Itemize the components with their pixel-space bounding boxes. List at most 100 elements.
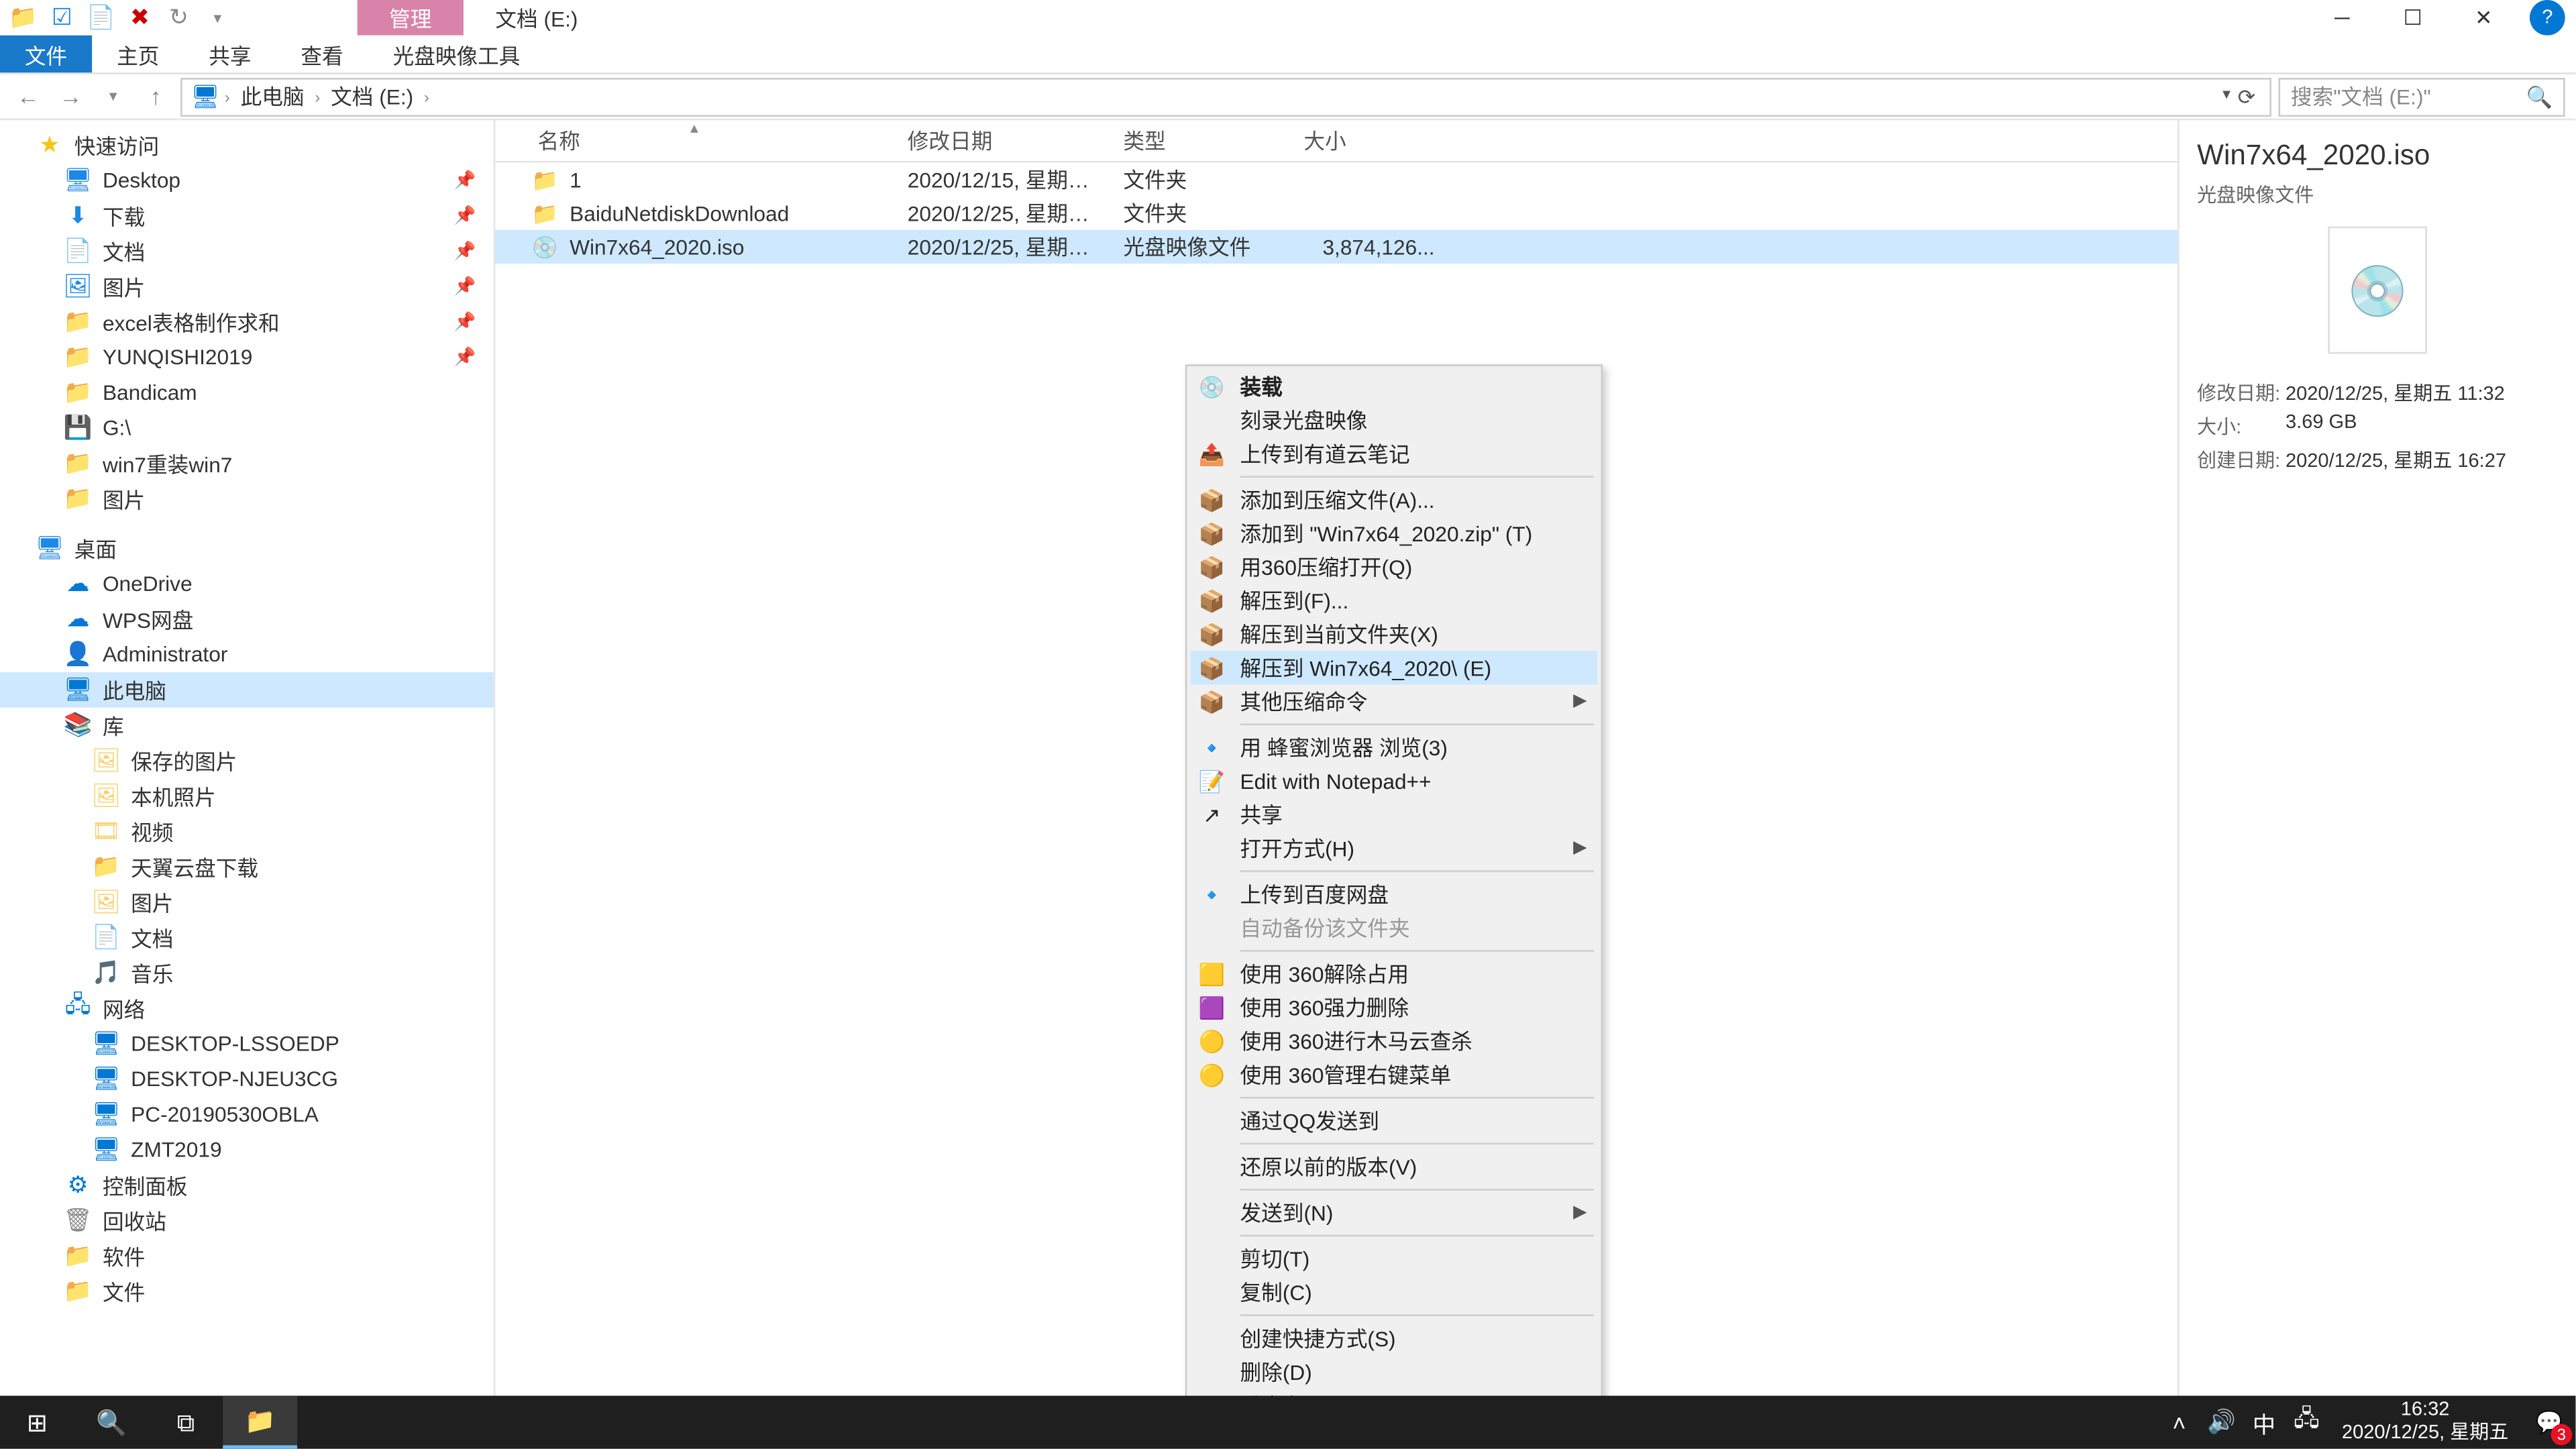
context-menu-item[interactable]: 📦添加到 "Win7x64_2020.zip" (T) <box>1191 517 1598 550</box>
tree-item[interactable]: 🖥DESKTOP-NJEU3CG <box>0 1061 494 1097</box>
ribbon-tab-file[interactable]: 文件 <box>0 36 92 72</box>
close-button[interactable]: ✕ <box>2449 0 2519 36</box>
qat-close-icon[interactable]: ✖ <box>124 2 156 34</box>
help-button[interactable]: ? <box>2530 0 2565 36</box>
tree-recyclebin[interactable]: 🗑回收站 <box>0 1203 494 1238</box>
context-menu-item[interactable]: 📝Edit with Notepad++ <box>1191 764 1598 798</box>
tree-desktop[interactable]: 🖥Desktop📌 <box>0 163 494 199</box>
volume-icon[interactable]: 🔊 <box>2200 1396 2243 1449</box>
context-menu-item[interactable]: 🟪使用 360强力删除 <box>1191 991 1598 1024</box>
breadcrumb-drive[interactable]: 文档 (E:) <box>324 81 421 111</box>
table-row[interactable]: 📁BaiduNetdiskDownload 2020/12/25, 星期五 1.… <box>495 197 2178 230</box>
tree-item[interactable]: 🖼保存的图片 <box>0 743 494 779</box>
chevron-right-icon[interactable]: › <box>225 88 230 105</box>
context-menu-item[interactable]: 🟡使用 360进行木马云查杀 <box>1191 1024 1598 1058</box>
context-menu-item[interactable]: 🟡使用 360管理右键菜单 <box>1191 1058 1598 1091</box>
tree-item[interactable]: 🖥DESKTOP-LSSOEDP <box>0 1026 494 1061</box>
tree-item[interactable]: 🖼图片 <box>0 885 494 920</box>
context-menu-item[interactable]: 💿装载 <box>1191 370 1598 403</box>
context-menu-item[interactable]: 通过QQ发送到 <box>1191 1104 1598 1137</box>
context-menu-item[interactable]: 🔹上传到百度网盘 <box>1191 877 1598 911</box>
tray-chevron-icon[interactable]: ˄ <box>2158 1396 2200 1449</box>
tree-item[interactable]: 📁天翼云盘下载 <box>0 849 494 885</box>
tree-item[interactable]: 📁excel表格制作求和📌 <box>0 305 494 340</box>
tree-onedrive[interactable]: ☁OneDrive <box>0 566 494 602</box>
tree-item[interactable]: 📁图片 <box>0 481 494 517</box>
context-menu-item[interactable]: 打开方式(H)▶ <box>1191 831 1598 865</box>
column-date[interactable]: 修改日期 <box>894 125 1110 156</box>
nav-back-button[interactable]: ← <box>11 78 46 114</box>
context-menu-item[interactable]: 📦解压到当前文件夹(X) <box>1191 617 1598 651</box>
qat-redo-icon[interactable]: ↻ <box>163 2 195 34</box>
tree-item[interactable]: 🖥PC-20190530OBLA <box>0 1097 494 1132</box>
context-menu-item[interactable]: 刻录光盘映像 <box>1191 403 1598 437</box>
context-menu-item[interactable]: 复制(C) <box>1191 1275 1598 1309</box>
table-row-selected[interactable]: 💿Win7x64_2020.iso 2020/12/25, 星期五 1... 光… <box>495 230 2178 264</box>
context-menu-item[interactable]: 📦其他压缩命令▶ <box>1191 685 1598 718</box>
maximize-button[interactable]: ☐ <box>2377 0 2448 36</box>
contextual-tab-manage[interactable]: 管理 <box>358 0 464 36</box>
tree-desktop-root[interactable]: 🖥桌面 <box>0 531 494 566</box>
tree-item[interactable]: 📁软件 <box>0 1238 494 1274</box>
column-size[interactable]: 大小 <box>1289 125 1448 156</box>
tree-controlpanel[interactable]: ⚙控制面板 <box>0 1167 494 1203</box>
tree-quick-access[interactable]: ★快速访问 <box>0 127 494 163</box>
nav-history-dropdown[interactable]: ▾ <box>95 78 131 114</box>
tree-item[interactable]: 📁win7重装win7 <box>0 446 494 482</box>
context-menu-item[interactable]: 还原以前的版本(V) <box>1191 1150 1598 1183</box>
navigation-tree[interactable]: ★快速访问 🖥Desktop📌 ⬇下载📌 📄文档📌 🖼图片📌 📁excel表格制… <box>0 120 495 1413</box>
tree-item[interactable]: 📁Bandicam <box>0 375 494 411</box>
tree-item[interactable]: 📁文件 <box>0 1274 494 1309</box>
breadcrumb-dropdown-icon[interactable]: ▾ <box>2222 84 2231 109</box>
notification-button[interactable]: 💬3 <box>2522 1396 2575 1449</box>
column-headers[interactable]: ▴ 名称 修改日期 类型 大小 <box>495 120 2178 162</box>
ribbon-tab-view[interactable]: 查看 <box>276 36 368 72</box>
tree-item[interactable]: 🎞视频 <box>0 814 494 849</box>
search-input[interactable]: 搜索"文档 (E:)" 🔍 <box>2278 77 2565 116</box>
context-menu-item[interactable]: 📦解压到 Win7x64_2020\ (E) <box>1191 651 1598 684</box>
search-button[interactable]: 🔍 <box>74 1396 149 1449</box>
chevron-right-icon[interactable]: › <box>424 88 429 105</box>
context-menu-item[interactable]: 🔹用 蜂蜜浏览器 浏览(3) <box>1191 731 1598 764</box>
context-menu-item[interactable]: 🟨使用 360解除占用 <box>1191 957 1598 991</box>
tree-item[interactable]: 🎵音乐 <box>0 955 494 991</box>
tree-libraries[interactable]: 📚库 <box>0 708 494 743</box>
tree-pictures[interactable]: 🖼图片📌 <box>0 269 494 305</box>
tree-documents[interactable]: 📄文档📌 <box>0 233 494 269</box>
breadcrumb-thispc[interactable]: 此电脑 <box>233 81 311 111</box>
qat-dropdown-icon[interactable]: ▾ <box>202 2 233 34</box>
chevron-right-icon[interactable]: › <box>315 88 320 105</box>
nav-up-button[interactable]: ↑ <box>138 78 174 114</box>
tree-item[interactable]: 📁YUNQISHI2019📌 <box>0 339 494 375</box>
context-menu-item[interactable]: 📦解压到(F)... <box>1191 584 1598 617</box>
breadcrumb[interactable]: 🖥 › 此电脑 › 文档 (E:) › ▾ ⟳ <box>180 77 2271 116</box>
explorer-taskbar-button[interactable]: 📁 <box>223 1396 297 1449</box>
tree-item[interactable]: 🖥ZMT2019 <box>0 1132 494 1168</box>
tree-thispc[interactable]: 🖥此电脑 <box>0 672 494 708</box>
context-menu-item[interactable]: 发送到(N)▶ <box>1191 1196 1598 1230</box>
context-menu-item[interactable]: 📤上传到有道云笔记 <box>1191 437 1598 470</box>
context-menu-item[interactable]: ↗共享 <box>1191 798 1598 831</box>
start-button[interactable]: ⊞ <box>0 1396 74 1449</box>
tree-wps[interactable]: ☁WPS网盘 <box>0 602 494 637</box>
ribbon-tab-home[interactable]: 主页 <box>92 36 184 72</box>
tree-item[interactable]: 📄文档 <box>0 920 494 955</box>
nav-forward-button[interactable]: → <box>53 78 89 114</box>
context-menu-item[interactable]: 📦用360压缩打开(Q) <box>1191 550 1598 584</box>
refresh-button[interactable]: ⟳ <box>2238 84 2256 109</box>
tree-network[interactable]: 🖧网络 <box>0 991 494 1026</box>
context-menu-item[interactable]: 创建快捷方式(S) <box>1191 1322 1598 1355</box>
tree-user[interactable]: 👤Administrator <box>0 637 494 672</box>
taskview-button[interactable]: ⧉ <box>149 1396 223 1449</box>
taskbar[interactable]: ⊞ 🔍 ⧉ 📁 ˄ 🔊 中 🖧 16:32 2020/12/25, 星期五 💬3 <box>0 1396 2575 1449</box>
context-menu-item[interactable]: 删除(D) <box>1191 1355 1598 1389</box>
checkbox-icon[interactable]: ☑ <box>46 2 78 34</box>
tree-item[interactable]: 💾G:\ <box>0 411 494 446</box>
network-icon[interactable]: 🖧 <box>2286 1396 2328 1449</box>
table-row[interactable]: 📁1 2020/12/15, 星期二 1... 文件夹 <box>495 163 2178 197</box>
tree-item[interactable]: 🖼本机照片 <box>0 778 494 814</box>
ribbon-tab-discimage[interactable]: 光盘映像工具 <box>368 36 545 72</box>
ime-icon[interactable]: 中 <box>2243 1396 2285 1449</box>
ribbon-tab-share[interactable]: 共享 <box>184 36 276 72</box>
context-menu-item[interactable]: 剪切(T) <box>1191 1242 1598 1275</box>
